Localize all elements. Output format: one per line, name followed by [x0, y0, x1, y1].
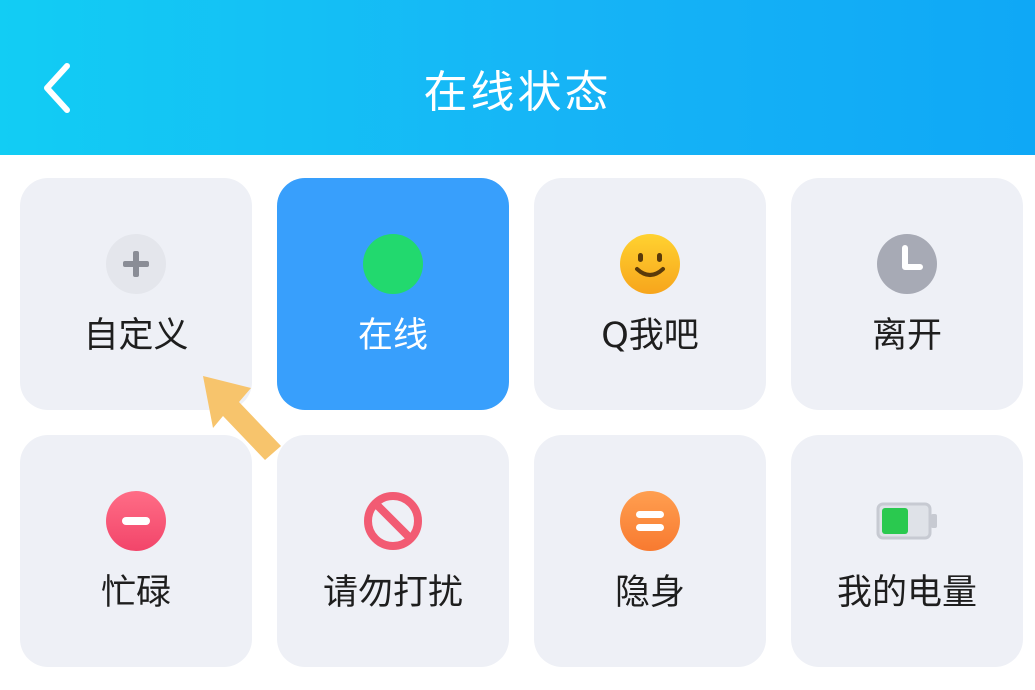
- clock-icon: [877, 234, 937, 294]
- no-entry-icon: [364, 492, 422, 550]
- green-dot-icon: [363, 234, 423, 294]
- battery-icon: [876, 502, 937, 540]
- page-title: 在线状态: [423, 66, 612, 118]
- status-option-busy[interactable]: 忙碌: [20, 435, 252, 667]
- status-label: 在线: [357, 316, 428, 356]
- plus-icon: [106, 234, 166, 294]
- app-header: 在线状态: [0, 0, 1035, 155]
- status-option-do-not-disturb[interactable]: 请勿打扰: [277, 435, 509, 667]
- pointer-arrow-icon: [203, 376, 281, 460]
- status-label: Q我吧: [601, 316, 699, 356]
- status-label: 隐身: [614, 573, 685, 613]
- status-option-q-me[interactable]: Q我吧: [534, 178, 766, 410]
- equals-circle-icon: [620, 491, 680, 551]
- smiley-icon: [620, 234, 680, 294]
- minus-circle-icon: [106, 491, 166, 551]
- status-label: 自定义: [83, 316, 189, 356]
- status-label: 离开: [871, 316, 942, 356]
- status-option-online[interactable]: 在线: [277, 178, 509, 410]
- status-label: 忙碌: [100, 573, 171, 613]
- status-grid: 自定义 在线 Q我吧 离开 忙碌 请勿打扰 隐身 我的电量: [20, 178, 1023, 667]
- status-option-invisible[interactable]: 隐身: [534, 435, 766, 667]
- status-label: 我的电量: [836, 573, 977, 613]
- status-label: 请勿打扰: [322, 573, 463, 613]
- status-option-my-battery[interactable]: 我的电量: [791, 435, 1023, 667]
- status-option-away[interactable]: 离开: [791, 178, 1023, 410]
